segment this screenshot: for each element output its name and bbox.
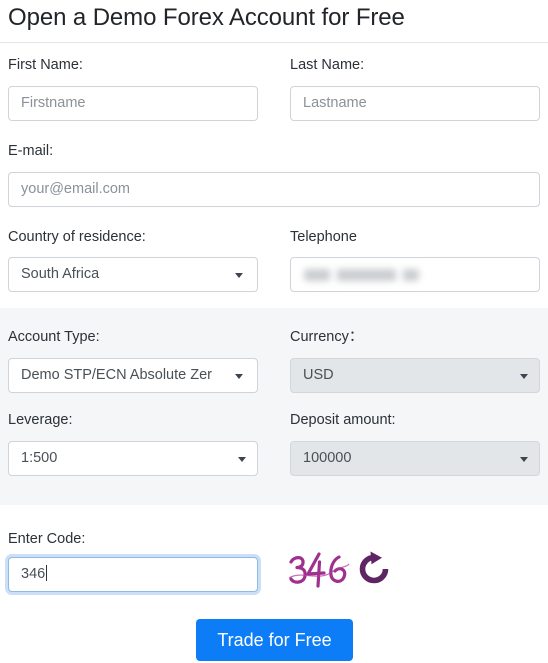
captcha-code-value-wrap: 346 — [21, 558, 48, 591]
chevron-down-icon — [238, 456, 246, 462]
captcha-code-value: 346 — [21, 566, 46, 582]
deposit-amount-selected-value: 100000 — [303, 450, 352, 466]
email-label: E-mail: — [8, 143, 54, 159]
leverage-label: Leverage: — [8, 412, 73, 428]
submit-button[interactable]: Trade for Free — [196, 619, 353, 661]
account-type-select[interactable]: Demo STP/ECN Absolute Zer — [8, 358, 258, 393]
demo-account-form-page: Open a Demo Forex Account for Free First… — [0, 0, 548, 663]
captcha-code-input[interactable]: 346 — [8, 557, 258, 592]
telephone-redacted-value — [304, 269, 419, 281]
form-header: Open a Demo Forex Account for Free — [0, 0, 548, 43]
email-input[interactable]: your@email.com — [8, 172, 540, 207]
country-select[interactable]: South Africa — [8, 257, 258, 292]
currency-select[interactable]: USD — [290, 358, 540, 393]
first-name-placeholder: Firstname — [21, 95, 86, 111]
first-name-input[interactable]: Firstname — [8, 86, 258, 121]
enter-code-label: Enter Code: — [8, 531, 86, 547]
email-placeholder: your@email.com — [21, 181, 130, 197]
chevron-down-icon — [520, 456, 528, 462]
country-label: Country of residence: — [8, 229, 146, 245]
telephone-input[interactable] — [290, 257, 540, 292]
captcha-image — [288, 548, 350, 590]
last-name-label: Last Name: — [290, 57, 365, 73]
text-cursor — [46, 565, 48, 581]
last-name-placeholder: Lastname — [303, 95, 367, 111]
leverage-select[interactable]: 1:500 — [8, 441, 258, 476]
country-selected-value: South Africa — [21, 266, 100, 282]
chevron-down-icon — [520, 373, 528, 379]
chevron-down-icon — [235, 373, 243, 379]
currency-selected-value: USD — [303, 367, 334, 383]
page-title: Open a Demo Forex Account for Free — [8, 4, 405, 31]
first-name-label: First Name: — [8, 57, 83, 73]
account-type-selected-value: Demo STP/ECN Absolute Zer — [21, 367, 212, 383]
deposit-amount-select[interactable]: 100000 — [290, 441, 540, 476]
leverage-selected-value: 1:500 — [21, 450, 58, 466]
refresh-captcha-icon[interactable] — [356, 550, 392, 588]
deposit-amount-label: Deposit amount: — [290, 412, 396, 428]
last-name-input[interactable]: Lastname — [290, 86, 540, 121]
chevron-down-icon — [235, 272, 243, 278]
currency-label: Currency： — [290, 329, 364, 345]
account-type-label: Account Type: — [8, 329, 100, 345]
telephone-label: Telephone — [290, 229, 357, 245]
